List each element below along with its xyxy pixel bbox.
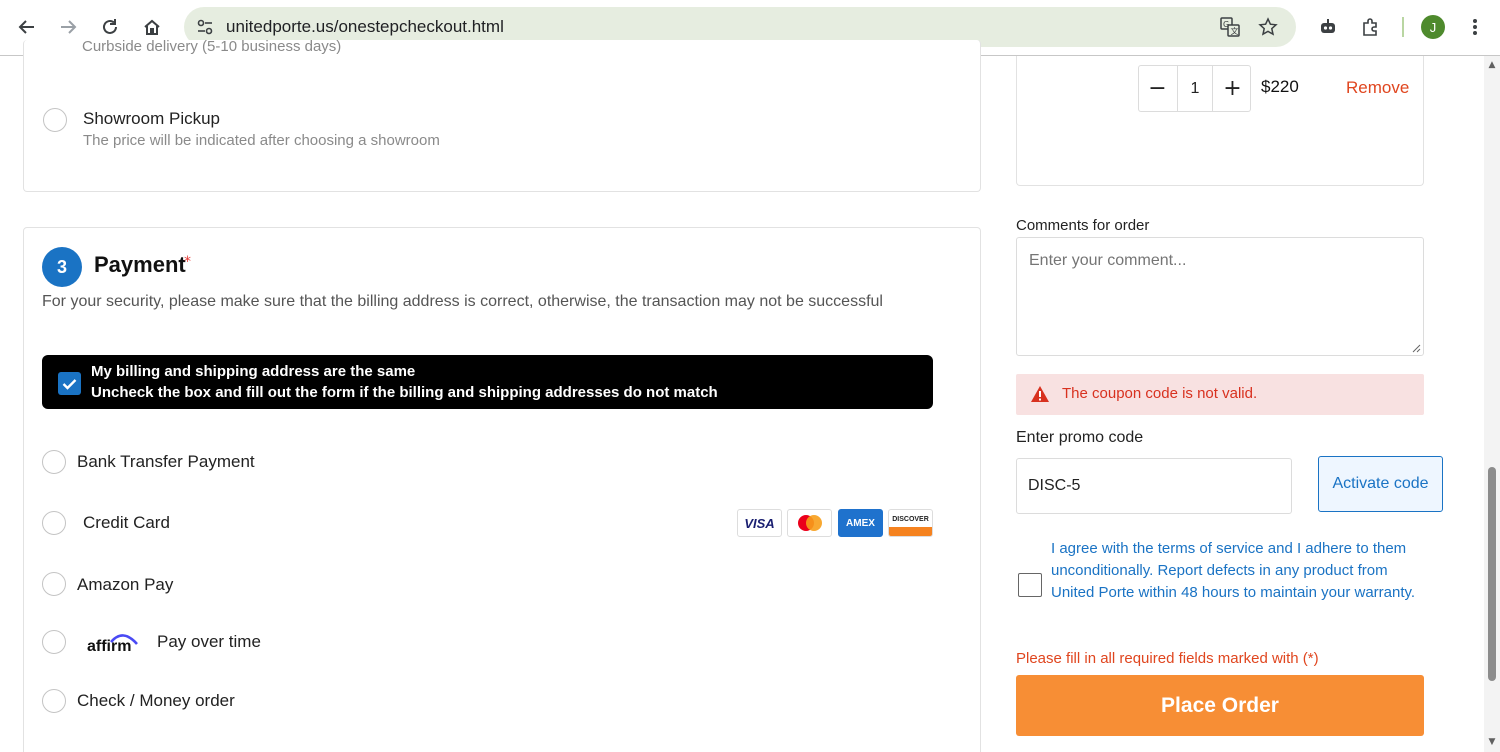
- bank-transfer-radio[interactable]: [42, 450, 66, 474]
- profile-avatar[interactable]: J: [1421, 15, 1445, 39]
- home-icon[interactable]: [137, 12, 167, 42]
- comments-label: Comments for order: [1016, 217, 1150, 234]
- extension-robot-icon[interactable]: [1314, 13, 1342, 41]
- forward-icon[interactable]: [53, 12, 83, 42]
- amazon-pay-radio[interactable]: [42, 572, 66, 596]
- url-text: unitedporte.us/onestepcheckout.html: [226, 17, 504, 36]
- back-icon[interactable]: [12, 12, 42, 42]
- amazon-pay-label: Amazon Pay: [77, 575, 174, 594]
- place-order-button[interactable]: Place Order: [1016, 675, 1424, 736]
- affirm-logo: affirm: [87, 630, 143, 656]
- affirm-label: Pay over time: [157, 632, 261, 651]
- curbside-delivery-note: Curbside delivery (5-10 business days): [82, 40, 342, 55]
- qty-increase-button[interactable]: +: [1214, 66, 1251, 111]
- required-fields-note: Please fill in all required fields marke…: [1016, 650, 1319, 667]
- mastercard-logo: [787, 509, 832, 537]
- discover-logo-text: DISCOVER: [892, 515, 929, 523]
- bookmark-star-icon[interactable]: [1255, 14, 1281, 40]
- same-address-hint: Uncheck the box and fill out the form if…: [91, 384, 718, 401]
- shipping-methods-card: Showroom Pickup The price will be indica…: [23, 40, 981, 192]
- extensions-puzzle-icon[interactable]: [1357, 13, 1385, 41]
- check-money-order-radio[interactable]: [42, 689, 66, 713]
- required-marker: *: [184, 254, 191, 270]
- reload-icon[interactable]: [95, 12, 125, 42]
- terms-checkbox[interactable]: [1018, 573, 1042, 597]
- qty-value[interactable]: 1: [1177, 66, 1213, 111]
- showroom-pickup-note: The price will be indicated after choosi…: [83, 132, 440, 149]
- activate-code-button[interactable]: Activate code: [1318, 456, 1443, 512]
- svg-text:G: G: [1223, 20, 1229, 29]
- clipped-option-wrapper: Curbside delivery (5-10 business days): [82, 40, 482, 56]
- showroom-pickup-label: Showroom Pickup: [83, 109, 221, 128]
- same-address-banner[interactable]: My billing and shipping address are the …: [42, 355, 933, 409]
- check-money-order-label: Check / Money order: [77, 691, 235, 710]
- coupon-error-banner: The coupon code is not valid.: [1016, 374, 1424, 415]
- qty-decrease-button[interactable]: −: [1139, 66, 1176, 111]
- site-settings-icon[interactable]: [192, 14, 218, 40]
- visa-logo: VISA: [737, 509, 782, 537]
- discover-logo: DISCOVER: [888, 509, 933, 537]
- credit-card-radio[interactable]: [42, 511, 66, 535]
- svg-text:文: 文: [1231, 26, 1239, 36]
- payment-title: Payment: [94, 252, 186, 277]
- toolbar-divider: [1402, 17, 1404, 37]
- amex-logo: AMEX: [838, 509, 883, 537]
- affirm-radio[interactable]: [42, 630, 66, 654]
- remove-item-link[interactable]: Remove: [1346, 78, 1409, 98]
- promo-code-input[interactable]: [1016, 458, 1292, 514]
- quantity-stepper: − 1 +: [1138, 65, 1251, 112]
- item-price: $220: [1261, 77, 1299, 96]
- step-number-badge: 3: [42, 247, 82, 287]
- showroom-pickup-radio[interactable]: [43, 108, 67, 132]
- affirm-logo-text: affirm: [87, 638, 132, 655]
- credit-card-label: Credit Card: [83, 513, 170, 532]
- warning-icon: [1031, 386, 1049, 402]
- checkmark-icon: [62, 378, 77, 390]
- visa-logo-text: VISA: [744, 515, 775, 531]
- terms-text[interactable]: I agree with the terms of service and I …: [1051, 538, 1431, 604]
- promo-code-label: Enter promo code: [1016, 429, 1144, 446]
- security-note: For your security, please make sure that…: [42, 293, 883, 310]
- same-address-checkbox[interactable]: [58, 372, 81, 395]
- comments-textarea[interactable]: [1016, 237, 1424, 356]
- translate-icon[interactable]: 文G: [1217, 14, 1243, 40]
- scroll-up-icon[interactable]: ▲: [1487, 60, 1497, 70]
- same-address-label: My billing and shipping address are the …: [91, 363, 416, 380]
- bank-transfer-label: Bank Transfer Payment: [77, 452, 255, 471]
- coupon-error-text: The coupon code is not valid.: [1062, 385, 1258, 402]
- resize-grip-icon[interactable]: [1412, 344, 1421, 353]
- scroll-down-icon[interactable]: ▼: [1487, 737, 1497, 747]
- amex-logo-text: AMEX: [846, 517, 875, 529]
- scrollbar-thumb[interactable]: [1488, 467, 1496, 681]
- more-menu-icon[interactable]: [1461, 13, 1489, 41]
